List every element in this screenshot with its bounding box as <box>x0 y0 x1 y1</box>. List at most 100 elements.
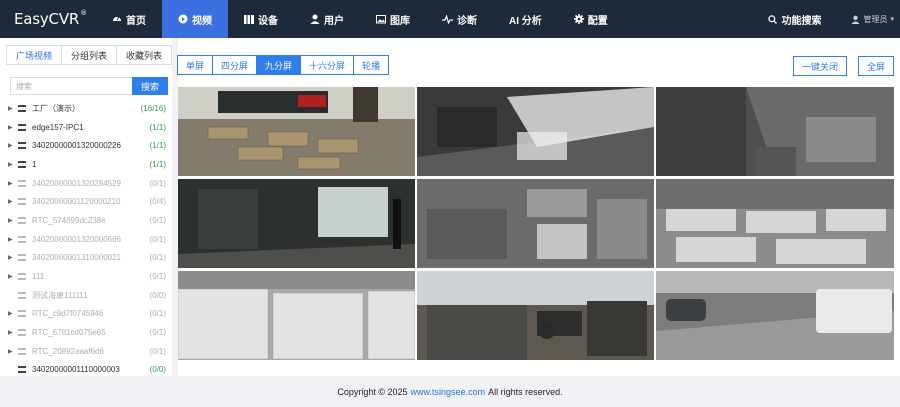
video-feed <box>178 87 415 176</box>
video-grid <box>178 87 894 360</box>
search-button[interactable]: 搜索 <box>132 77 168 95</box>
tree-node-label: 34020000001320284529 <box>32 178 121 188</box>
tree-node-label: RTC_574699dc238e <box>32 215 106 225</box>
nav-item-user[interactable]: 用户 <box>294 0 360 38</box>
nav-item-config[interactable]: 配置 <box>558 0 624 38</box>
tree-node[interactable]: ▶ 34020000001320284529 (0/1) <box>8 174 166 193</box>
server-icon <box>244 14 254 24</box>
tree-node[interactable]: ▶ RTC_c9d7f0745946 (0/1) <box>8 305 166 324</box>
tree-node-label: 34020000001120000210 <box>32 197 121 207</box>
video-cell[interactable] <box>417 87 654 176</box>
chevron-down-icon: ▾ <box>890 16 894 23</box>
tree-node-count: (0/1) <box>149 272 166 282</box>
avatar-icon <box>851 15 860 24</box>
device-icon <box>18 347 26 355</box>
video-main: 单屏 四分屏 九分屏 十六分屏 轮播 一键关闭 全屏 <box>172 38 900 376</box>
device-tree: ▶ 工厂（演示） (16/16) ▶ edge157-IPC1 (1/1) ▶ 3402000… <box>8 99 166 379</box>
caret-right-icon[interactable]: ▶ <box>8 273 18 280</box>
stop-all-button[interactable]: 一键关闭 <box>792 56 847 76</box>
device-search: 搜索 <box>10 77 168 95</box>
tree-node-label: RTC_6781cd075e65 <box>32 328 106 338</box>
tree-node-count: (16/16) <box>140 103 166 113</box>
video-feed <box>178 179 415 268</box>
caret-right-icon[interactable]: ▶ <box>8 348 18 355</box>
tab-square-video[interactable]: 广场视频 <box>6 45 61 65</box>
caret-right-icon[interactable]: ▶ <box>8 198 18 205</box>
tree-node-count: (0/1) <box>149 253 166 263</box>
device-icon <box>18 273 26 281</box>
fullscreen-button[interactable]: 全屏 <box>857 56 894 76</box>
tree-node[interactable]: ▶ RTC_6781cd075e65 (0/1) <box>8 323 166 342</box>
device-icon <box>18 179 26 187</box>
gear-icon <box>573 14 584 24</box>
company-link[interactable]: www.tsingsee.com <box>411 387 486 397</box>
device-icon <box>18 142 26 150</box>
device-icon <box>18 310 26 318</box>
layout-button[interactable]: 轮播 <box>353 55 390 75</box>
caret-right-icon[interactable]: ▶ <box>8 142 18 149</box>
caret-right-icon[interactable]: ▶ <box>8 124 18 131</box>
tab-divider <box>6 64 166 65</box>
caret-right-icon[interactable]: ▶ <box>8 105 18 112</box>
tree-node-count: (0/1) <box>149 328 166 338</box>
video-cell[interactable] <box>178 87 415 176</box>
video-cell[interactable] <box>656 87 894 176</box>
video-feed <box>656 179 894 268</box>
tree-node-count: (0/1) <box>149 178 166 188</box>
tab-favorites[interactable]: 收藏列表 <box>116 45 172 65</box>
caret-right-icon[interactable]: ▶ <box>8 310 18 317</box>
caret-right-icon[interactable]: ▶ <box>8 217 18 224</box>
video-feed <box>656 271 894 360</box>
tree-node-count: (1/1) <box>149 159 166 169</box>
layout-button[interactable]: 九分屏 <box>256 55 302 75</box>
tree-node-count: (0/1) <box>149 309 166 319</box>
play-circle-icon <box>178 14 188 24</box>
nav-item-ai-analysis[interactable]: AI 分析 <box>493 0 558 38</box>
gallery-icon <box>376 14 386 24</box>
video-cell[interactable] <box>178 271 415 360</box>
tree-node[interactable]: ▶ edge157-IPC1 (1/1) <box>8 118 166 137</box>
tree-node[interactable]: ▶ 34020000001320000226 (1/1) <box>8 136 166 155</box>
video-cell[interactable] <box>417 179 654 268</box>
search-icon <box>768 14 778 24</box>
caret-right-icon[interactable]: ▶ <box>8 180 18 187</box>
app-logo[interactable]: EasyCVR ® <box>0 9 96 28</box>
function-search-button[interactable]: 功能搜索 <box>768 12 821 27</box>
nav-item-home[interactable]: 首页 <box>96 0 162 38</box>
device-icon <box>18 235 26 243</box>
tree-node[interactable]: ▶ 111 (0/1) <box>8 267 166 286</box>
tree-node[interactable]: ▶ RTC_574699dc238e (0/1) <box>8 211 166 230</box>
toolbar-actions: 一键关闭 全屏 <box>782 56 894 76</box>
nav-item-diagnose[interactable]: 诊断 <box>426 0 493 38</box>
caret-right-icon[interactable]: ▶ <box>8 329 18 336</box>
video-feed <box>417 87 654 176</box>
tree-node[interactable]: ▶ 34020000001310000021 (0/1) <box>8 249 166 268</box>
tab-group-list[interactable]: 分组列表 <box>61 45 116 65</box>
device-icon <box>18 329 26 337</box>
layout-button[interactable]: 四分屏 <box>212 55 258 75</box>
caret-right-icon[interactable]: ▶ <box>8 236 18 243</box>
tree-node[interactable]: ▶ 34020000001320000666 (0/1) <box>8 230 166 249</box>
nav-item-gallery[interactable]: 图库 <box>360 0 426 38</box>
video-cell[interactable] <box>417 271 654 360</box>
tree-node[interactable]: ▶ RTC_20892aaaf6d6 (0/1) <box>8 342 166 361</box>
video-cell[interactable] <box>178 179 415 268</box>
search-input[interactable] <box>10 77 132 95</box>
tree-node[interactable]: ▶ 1 (1/1) <box>8 155 166 174</box>
video-cell[interactable] <box>656 271 894 360</box>
tree-node-label: RTC_c9d7f0745946 <box>32 309 104 319</box>
nav-item-video[interactable]: 视频 <box>162 0 228 38</box>
device-icon <box>18 123 26 131</box>
layout-button[interactable]: 十六分屏 <box>300 55 355 75</box>
layout-button[interactable]: 单屏 <box>177 55 214 75</box>
caret-right-icon[interactable]: ▶ <box>8 161 18 168</box>
device-icon <box>18 366 26 374</box>
video-cell[interactable] <box>656 179 894 268</box>
tree-node[interactable]: ▶ 34020000001120000210 (0/4) <box>8 192 166 211</box>
nav-item-device[interactable]: 设备 <box>228 0 294 38</box>
tree-node[interactable]: ▶ 工厂（演示） (16/16) <box>8 99 166 118</box>
user-menu[interactable]: 管理员 ▾ <box>851 14 894 25</box>
caret-right-icon[interactable]: ▶ <box>8 254 18 261</box>
sidebar: 广场视频 分组列表 收藏列表 搜索 ▶ 工厂（演示） (16/16) ▶ edge157… <box>0 38 172 376</box>
tree-node[interactable]: 测试海康111111 (0/0) <box>8 286 166 305</box>
